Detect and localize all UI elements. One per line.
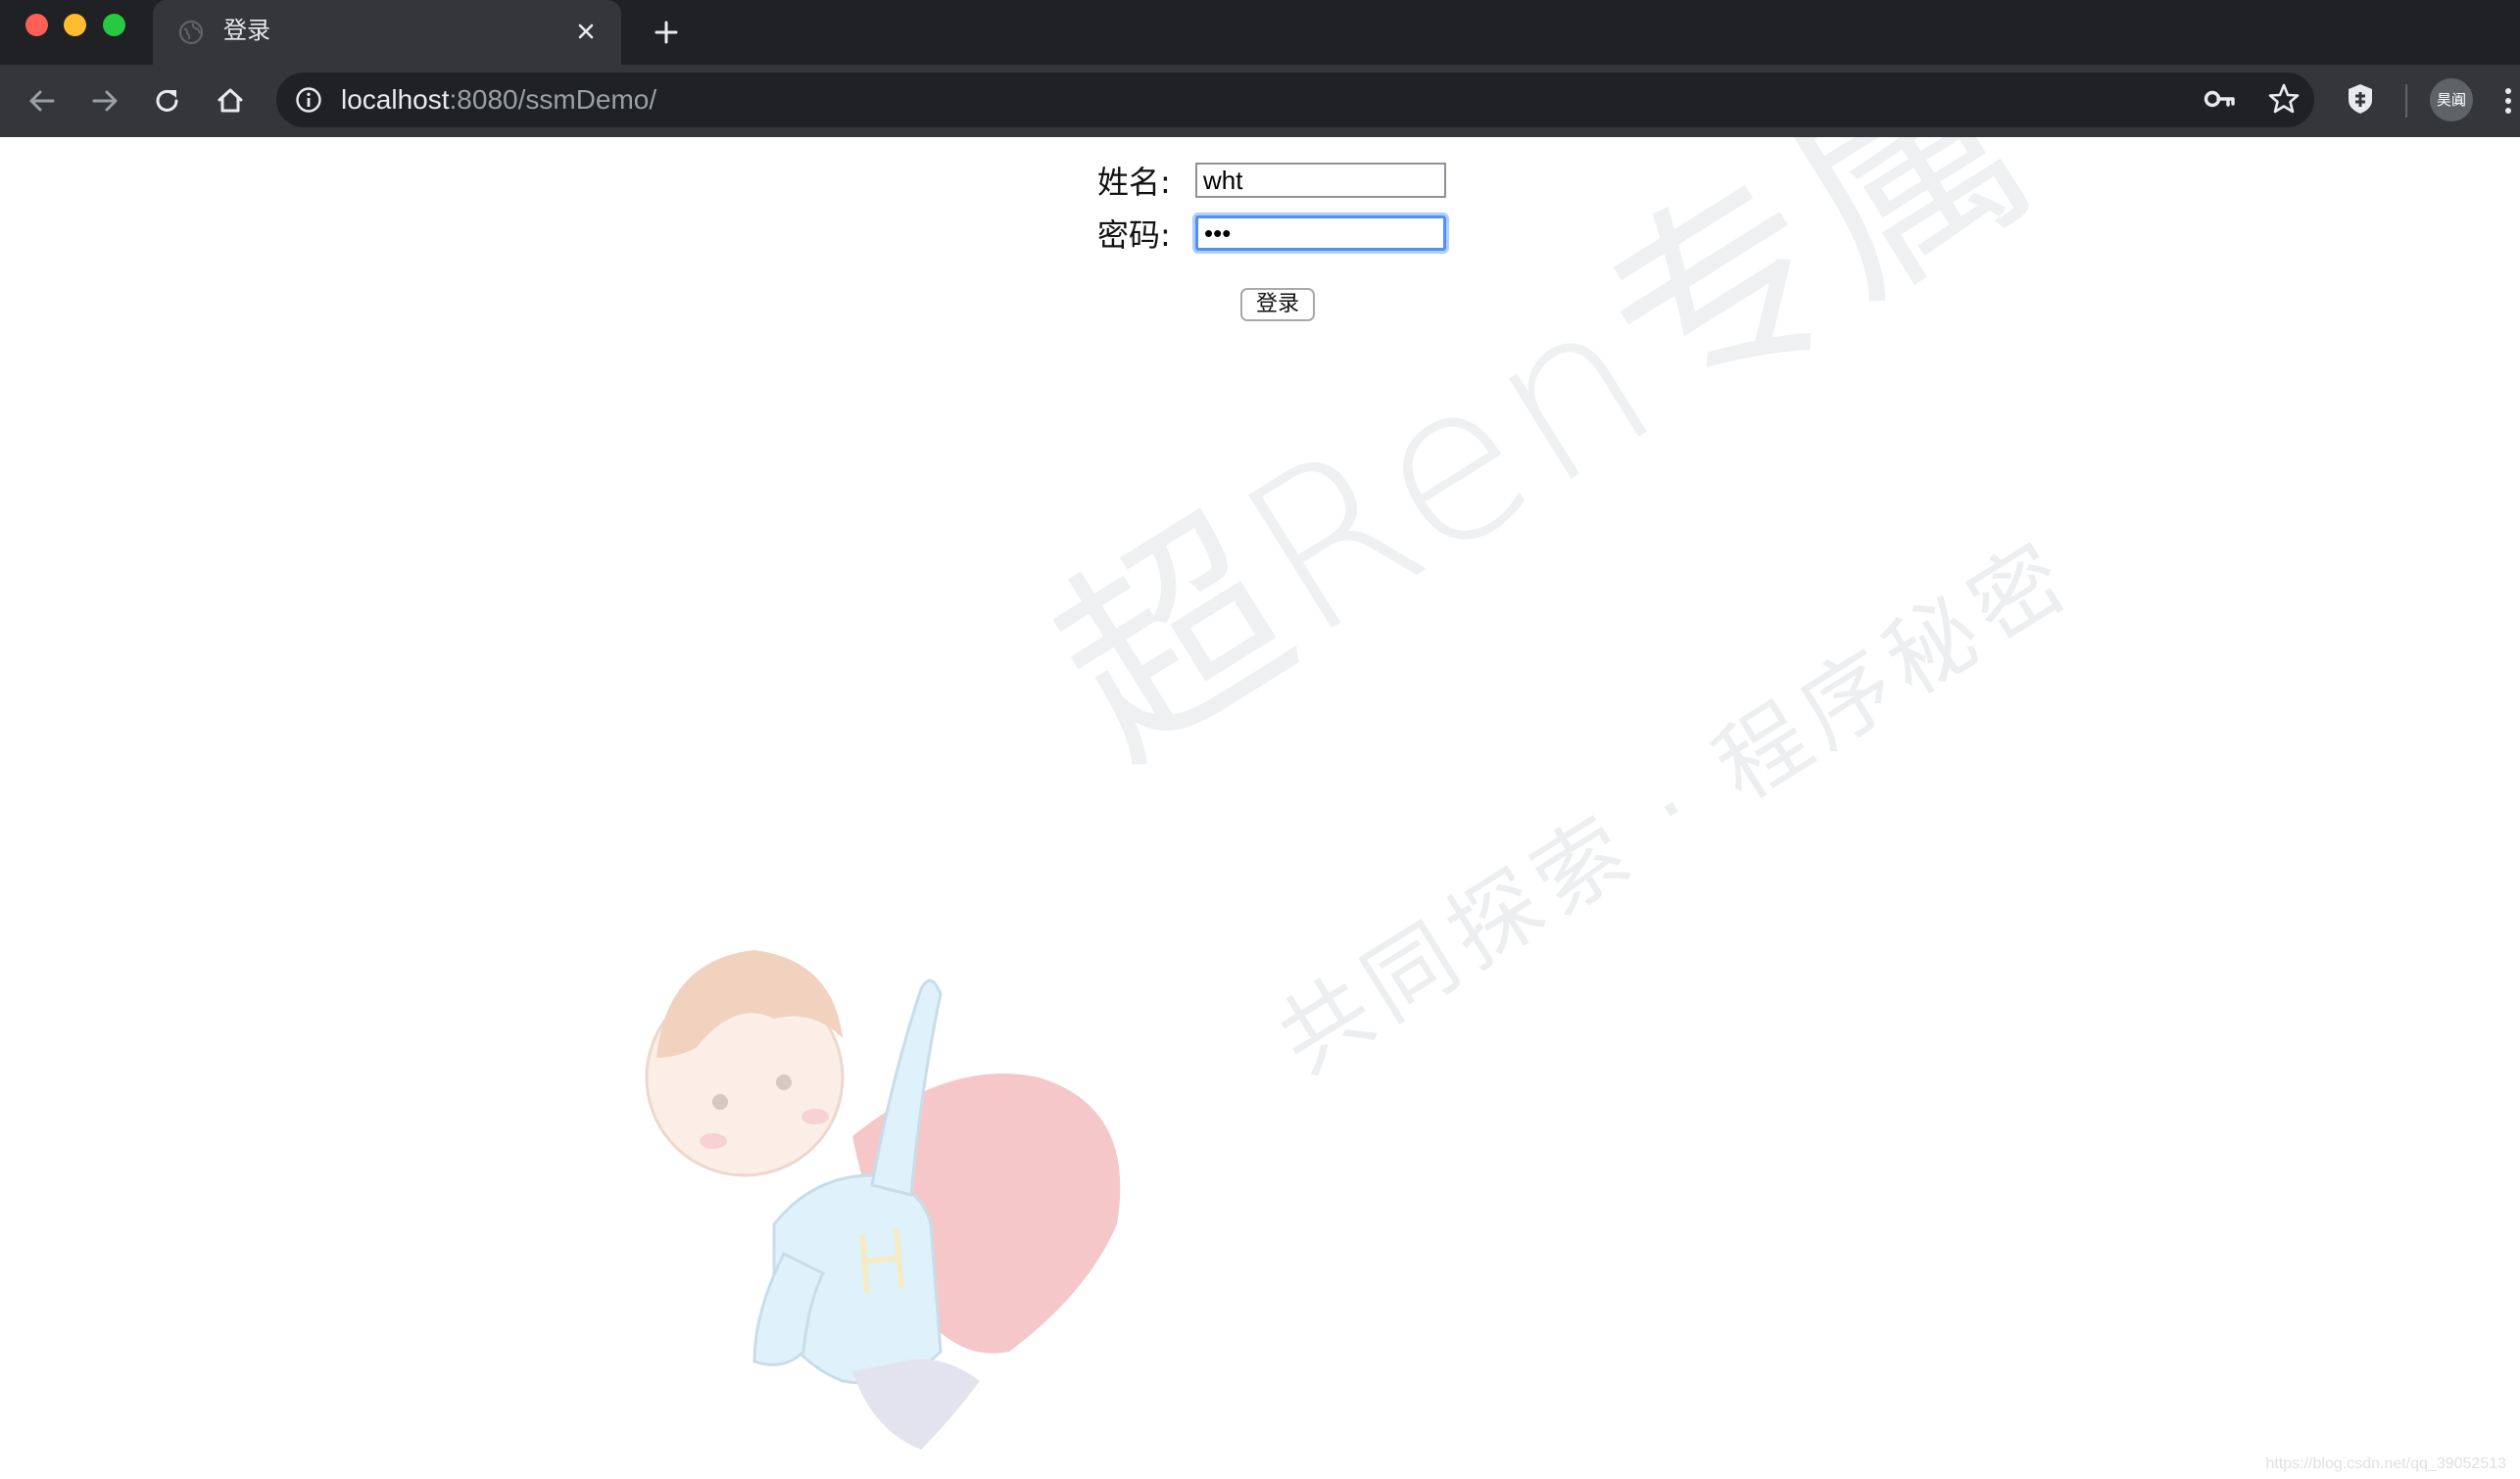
reload-icon[interactable] — [149, 82, 186, 119]
name-label: 姓名: — [1097, 164, 1171, 201]
close-icon[interactable] — [572, 18, 600, 45]
back-arrow-icon[interactable] — [24, 82, 61, 119]
watermark: 超Ren专属 共同探索 · 程序秘密 — [0, 137, 2520, 1479]
login-button[interactable]: 登录 — [1240, 288, 1315, 321]
home-icon[interactable] — [212, 82, 249, 119]
page-content: 超Ren专属 共同探索 · 程序秘密 姓名: wht 密码: ••• 登录 ht… — [0, 137, 2520, 1479]
maximize-window-button[interactable] — [103, 14, 125, 36]
watermark-subtitle: 共同探索 · 程序秘密 — [1260, 520, 2092, 1094]
footer-credit: https://blog.csdn.net/qq_39052513 — [2265, 1455, 2506, 1472]
browser-window: 登录 localhost:8080/ssmDemo/ 昊阗 超Ren专属 共同探… — [0, 0, 2520, 1479]
star-icon[interactable] — [2265, 80, 2302, 118]
close-window-button[interactable] — [25, 14, 48, 36]
info-icon[interactable] — [294, 85, 323, 115]
tab-strip: 登录 — [0, 0, 2520, 65]
extension-icon[interactable] — [2342, 80, 2379, 118]
forward-arrow-icon[interactable] — [86, 82, 123, 119]
profile-avatar[interactable]: 昊阗 — [2430, 78, 2473, 121]
minimize-window-button[interactable] — [64, 14, 86, 36]
key-icon[interactable] — [2203, 81, 2238, 117]
password-label: 密码: — [1097, 216, 1171, 254]
name-input[interactable] — [1195, 163, 1446, 198]
url-host: localhost — [341, 84, 450, 115]
more-menu-icon[interactable] — [2500, 82, 2516, 119]
url-path: :8080/ssmDemo/ — [449, 84, 657, 115]
tab-active[interactable]: 登录 — [153, 0, 621, 65]
globe-icon — [178, 20, 204, 45]
url-text[interactable]: localhost:8080/ssmDemo/ — [341, 83, 656, 117]
tab-title: 登录 — [223, 17, 270, 44]
toolbar-divider — [2405, 84, 2407, 118]
address-bar[interactable]: localhost:8080/ssmDemo/ — [276, 72, 2314, 127]
password-input[interactable] — [1195, 215, 1446, 251]
plus-icon[interactable] — [651, 17, 682, 48]
superhero-mascot-illustration — [645, 950, 1121, 1450]
toolbar: localhost:8080/ssmDemo/ 昊阗 — [0, 65, 2520, 137]
